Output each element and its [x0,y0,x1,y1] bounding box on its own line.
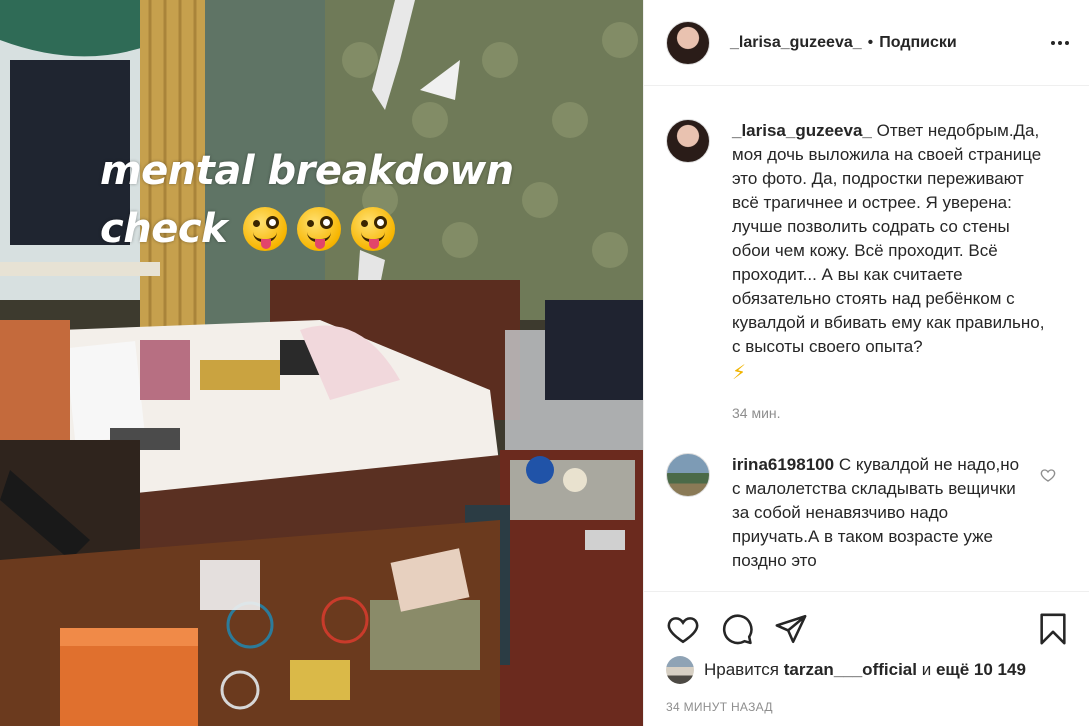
more-icon[interactable] [1051,40,1069,45]
author-avatar[interactable] [666,20,710,65]
header-separator: • [867,33,874,51]
likes-prefix: Нравится [704,660,780,679]
overlay-line-2: check [100,200,514,258]
caption-username[interactable]: _larisa_guzeeva_ [732,121,872,140]
comment-icon[interactable] [720,612,754,646]
reply-username[interactable]: irina6198100 [732,455,834,474]
story-overlay-text: mental breakdown check [100,142,514,258]
overlay-line-1: mental breakdown [100,148,514,194]
reply-comment: irina6198100 С кувалдой не надо,но с мал… [644,453,1089,573]
author-username[interactable]: _larisa_guzeeva_ [730,34,862,52]
likes-middle: и [921,660,932,679]
caption-comment: _larisa_guzeeva_ Ответ недобрым.Да, моя … [644,119,1089,425]
photo-scene [0,0,643,726]
caption-text: Ответ недобрым.Да, моя дочь выложила на … [732,121,1045,356]
zany-face-emoji-icon [351,207,396,251]
post-header: _larisa_guzeeva_ • Подписки [644,0,1089,86]
post-photo[interactable]: mental breakdown check [0,0,643,726]
reply-body: irina6198100 С кувалдой не надо,но с мал… [732,453,1032,573]
caption-author-avatar[interactable] [666,119,710,163]
overlay-line-2-text: check [100,206,228,252]
post-side-panel: _larisa_guzeeva_ • Подписки _larisa_guze… [643,0,1089,726]
post-actions: Нравится tarzan___official и ещё 10 149 … [644,591,1089,726]
zany-face-emoji-icon [297,207,342,251]
bookmark-icon[interactable] [1036,612,1070,646]
following-button[interactable]: Подписки [879,34,956,52]
lightning-emoji-icon: ⚡ [732,362,747,384]
comments-list[interactable]: _larisa_guzeeva_ Ответ недобрым.Да, моя … [644,87,1089,590]
caption-time[interactable]: 34 мин. [732,401,1052,425]
likes-summary: Нравится tarzan___official и ещё 10 149 [644,652,1089,684]
likes-count-link[interactable]: ещё 10 149 [936,660,1026,680]
liker-avatar[interactable] [666,656,694,684]
post-timestamp[interactable]: 34 МИНУТ НАЗАД [644,684,1089,714]
liker-username[interactable]: tarzan___official [784,660,917,680]
action-icons-row [644,592,1089,652]
caption-body: _larisa_guzeeva_ Ответ недобрым.Да, моя … [732,119,1052,425]
share-icon[interactable] [774,612,808,646]
zany-face-emoji-icon [243,207,288,251]
heart-icon[interactable] [666,612,700,646]
reply-author-avatar[interactable] [666,453,710,497]
comment-like-heart-icon[interactable] [1040,467,1056,483]
